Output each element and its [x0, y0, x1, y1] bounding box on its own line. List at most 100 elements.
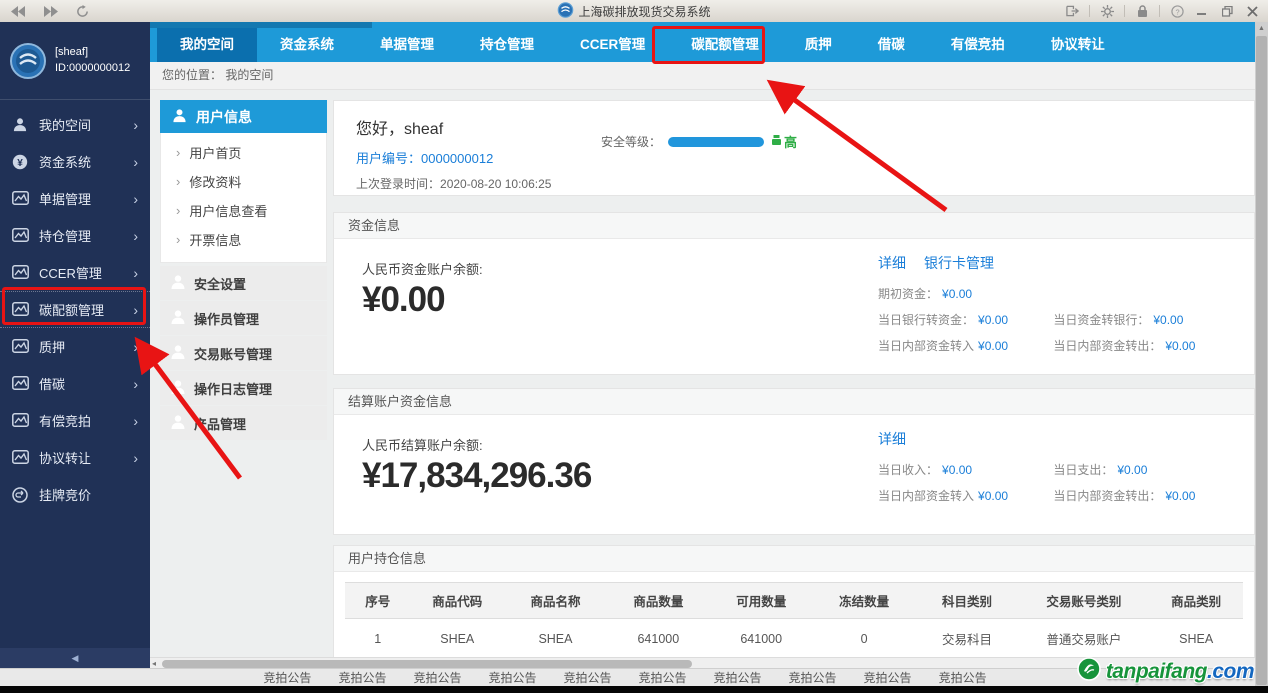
auction-notice-link[interactable]: 竞拍公告	[939, 669, 987, 687]
person-icon	[170, 379, 186, 398]
auction-notice-link[interactable]: 竞拍公告	[864, 669, 912, 687]
cell-account-type: 普通交易账户	[1018, 619, 1149, 659]
submenu-section-label: 操作日志管理	[194, 379, 272, 398]
auction-notice-link[interactable]: 竞拍公告	[789, 669, 837, 687]
svg-text:¥: ¥	[17, 158, 23, 169]
tab-paid-auction[interactable]: 有偿竞拍	[928, 28, 1028, 62]
funds-balance-label: 人民币资金账户余额:	[362, 259, 483, 278]
auction-notice-link[interactable]: 竞拍公告	[563, 669, 611, 687]
browser-forward-icon[interactable]	[42, 4, 58, 18]
yen-circle-icon: ¥	[12, 154, 29, 169]
settle-internal-out-label: 当日内部资金转出：	[1053, 489, 1161, 503]
chevron-right-icon: ›	[133, 377, 138, 391]
tab-documents[interactable]: 单据管理	[357, 28, 457, 62]
sidebar-item-positions[interactable]: 持仓管理 ›	[0, 217, 150, 254]
sidebar-item-agreement-transfer[interactable]: 协议转让 ›	[0, 439, 150, 476]
auction-notice-link[interactable]: 竞拍公告	[488, 669, 536, 687]
chart-icon	[12, 413, 29, 428]
submenu-links: › 用户首页 › 修改资料 › 用户信息查看 › 开票信息	[160, 133, 327, 263]
submenu-section-operator-mgmt[interactable]: 操作员管理	[160, 301, 327, 335]
funds-detail-link[interactable]: 详细	[878, 253, 906, 273]
sidebar-item-funds[interactable]: ¥ 资金系统 ›	[0, 143, 150, 180]
submenu-link-invoice-info[interactable]: › 开票信息	[161, 225, 326, 254]
internal-out-label: 当日内部资金转出：	[1053, 339, 1161, 353]
horizontal-scroll-thumb[interactable]	[162, 660, 692, 668]
sidebar-item-paid-auction[interactable]: 有偿竞拍 ›	[0, 402, 150, 439]
watermark-tld: .com	[1207, 660, 1254, 683]
settle-internal-in-value: ¥0.00	[978, 489, 1008, 503]
sidebar-item-label: 我的空间	[39, 115, 91, 134]
sidebar-item-label: 持仓管理	[39, 226, 91, 245]
browser-refresh-icon[interactable]	[74, 4, 90, 18]
submenu-link-user-home[interactable]: › 用户首页	[161, 138, 326, 167]
vertical-scroll-thumb[interactable]	[1256, 36, 1267, 685]
sidebar-item-listing-bidding[interactable]: 挂牌竞价	[0, 476, 150, 513]
submenu-link-label: 用户首页	[189, 143, 241, 162]
tab-my-space[interactable]: 我的空间	[157, 28, 257, 62]
sidebar-collapse-button[interactable]: ◀	[0, 648, 150, 668]
user-no-value: 0000000012	[421, 151, 493, 166]
table-row[interactable]: 1 SHEA SHEA 641000 641000 0 交易科目 普通交易账户 …	[345, 619, 1243, 659]
tab-positions[interactable]: 持仓管理	[457, 28, 557, 62]
tab-funds-system[interactable]: 资金系统	[257, 28, 357, 62]
browser-back-icon[interactable]	[10, 4, 26, 18]
submenu-section-product-mgmt[interactable]: 产品管理	[160, 406, 327, 440]
tab-carbon-quota[interactable]: 碳配额管理	[668, 28, 782, 62]
breadcrumb: 您的位置： 我的空间	[150, 62, 1255, 90]
daily-income-label: 当日收入：	[878, 463, 938, 477]
sidebar-item-my-space[interactable]: 我的空间 ›	[0, 106, 150, 143]
bank-card-mgmt-link[interactable]: 银行卡管理	[924, 253, 994, 273]
vertical-scrollbar[interactable]: ▲	[1255, 22, 1268, 686]
funds-section-title: 资金信息	[333, 212, 1255, 239]
last-login-label: 上次登录时间：	[356, 177, 440, 191]
sidebar-item-ccer[interactable]: CCER管理 ›	[0, 254, 150, 291]
chart-icon	[12, 339, 29, 354]
greeting-text: 您好，sheaf	[356, 115, 1254, 139]
settlement-detail-link[interactable]: 详细	[878, 429, 906, 449]
cell-subject-type: 交易科目	[916, 619, 1019, 659]
sidebar-item-pledge[interactable]: 质押 ›	[0, 328, 150, 365]
sidebar-user-id: ID:0000000012	[55, 61, 130, 77]
chevron-right-icon: ›	[133, 118, 138, 132]
settlement-section-title: 结算账户资金信息	[333, 388, 1255, 415]
sidebar-item-carbon-quota[interactable]: 碳配额管理 ›	[0, 291, 150, 328]
tab-borrow-carbon[interactable]: 借碳	[855, 28, 928, 62]
tab-ccer[interactable]: CCER管理	[557, 28, 668, 62]
submenu-link-edit-profile[interactable]: › 修改资料	[161, 167, 326, 196]
chart-icon	[12, 191, 29, 206]
submenu-section-operation-log-mgmt[interactable]: 操作日志管理	[160, 371, 327, 405]
auction-notice-link[interactable]: 竞拍公告	[639, 669, 687, 687]
submenu-section-trading-account-mgmt[interactable]: 交易账号管理	[160, 336, 327, 370]
funds-balance-amount: ¥0.00	[362, 280, 445, 320]
lock-icon[interactable]	[1134, 4, 1150, 18]
sidebar-item-label: 有偿竞拍	[39, 411, 91, 430]
auction-notice-link[interactable]: 竞拍公告	[413, 669, 461, 687]
initial-funds-value: ¥0.00	[942, 287, 972, 301]
auction-notice-link[interactable]: 竞拍公告	[714, 669, 762, 687]
tab-pledge[interactable]: 质押	[782, 28, 855, 62]
help-icon[interactable]: ?	[1169, 4, 1185, 18]
submenu-section-security-settings[interactable]: 安全设置	[160, 266, 327, 300]
window-titlebar: 上海碳排放现货交易系统 ?	[0, 0, 1268, 22]
cell-product-type: SHEA	[1149, 619, 1243, 659]
tab-agreement-transfer[interactable]: 协议转让	[1028, 28, 1128, 62]
settings-gear-icon[interactable]	[1099, 4, 1115, 18]
submenu-link-view-user-info[interactable]: › 用户信息查看	[161, 196, 326, 225]
scroll-up-icon[interactable]: ▲	[1255, 22, 1268, 35]
scroll-left-icon[interactable]: ◂	[152, 658, 156, 669]
minimize-button[interactable]	[1194, 4, 1210, 18]
initial-funds-label: 期初资金：	[878, 287, 938, 301]
internal-in-value: ¥0.00	[978, 339, 1008, 353]
restore-button[interactable]	[1219, 4, 1235, 18]
close-button[interactable]	[1244, 4, 1260, 18]
user-avatar	[10, 43, 46, 79]
auction-notice-link[interactable]: 竞拍公告	[338, 669, 386, 687]
submenu-header-user-info: 用户信息	[160, 100, 327, 133]
sidebar-item-documents[interactable]: 单据管理 ›	[0, 180, 150, 217]
circle-arrow-icon	[12, 487, 29, 502]
logout-icon[interactable]	[1064, 4, 1080, 18]
bank-in-value: ¥0.00	[978, 313, 1008, 327]
sidebar-item-borrow-carbon[interactable]: 借碳 ›	[0, 365, 150, 402]
cell-seq: 1	[345, 619, 410, 659]
auction-notice-link[interactable]: 竞拍公告	[263, 669, 311, 687]
